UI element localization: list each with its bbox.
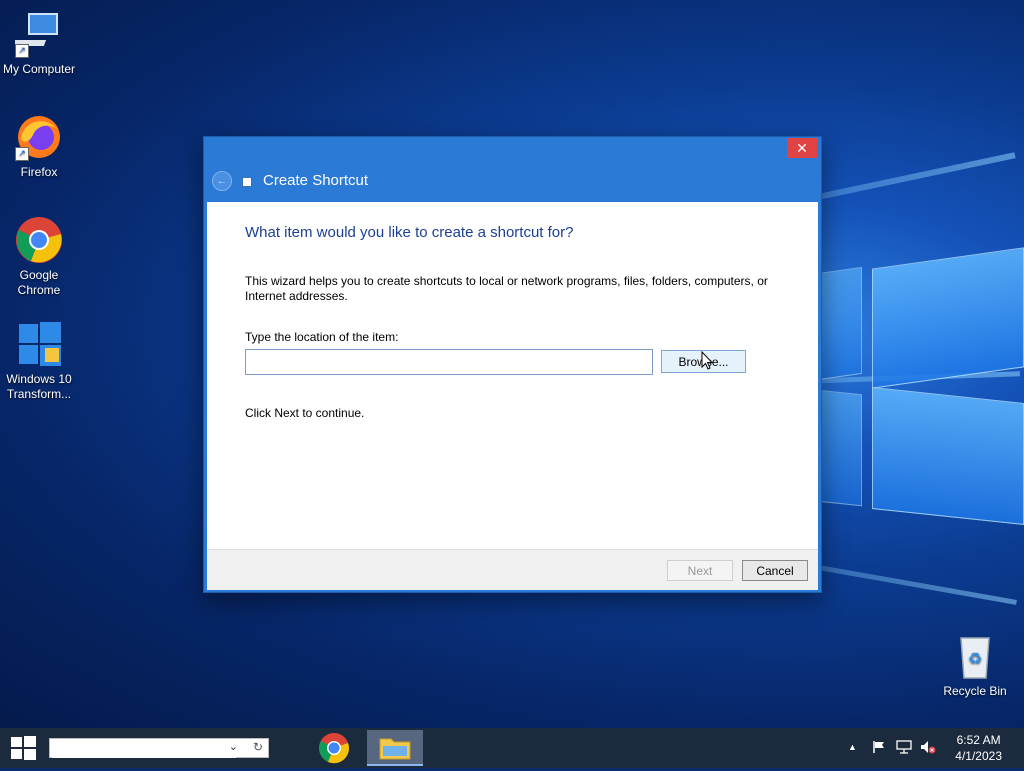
clock-time: 6:52 AM xyxy=(956,733,1001,747)
close-button[interactable]: ✕ xyxy=(787,138,817,158)
logo-pane xyxy=(872,387,1024,525)
taskbar: ⌄ ↻ ▲ 6:52 AM 4/1/2023 xyxy=(0,728,1024,768)
start-button[interactable] xyxy=(0,728,46,768)
desktop-icon-recycle-bin[interactable]: ♻ Recycle Bin xyxy=(935,632,1015,699)
shortcut-arrow-icon: ↗ xyxy=(15,44,29,58)
taskbar-search-box[interactable]: ⌄ ↻ xyxy=(49,738,269,758)
svg-text:♻: ♻ xyxy=(968,649,982,668)
desktop-icon-label: Firefox xyxy=(20,165,58,179)
desktop-icon-label: Windows 10 Transform... xyxy=(6,372,72,401)
refresh-icon[interactable]: ↻ xyxy=(253,740,263,754)
cancel-button[interactable]: Cancel xyxy=(742,560,808,581)
clock[interactable]: 6:52 AM 4/1/2023 xyxy=(955,732,1002,764)
windows-start-icon xyxy=(11,736,36,760)
shortcut-wizard-icon xyxy=(242,177,252,187)
taskbar-app-file-explorer[interactable] xyxy=(367,730,423,766)
search-input[interactable] xyxy=(52,740,236,758)
chevron-down-icon[interactable]: ⌄ xyxy=(229,740,238,753)
folder-icon xyxy=(379,738,411,760)
volume-muted-icon[interactable] xyxy=(920,740,936,757)
chrome-icon xyxy=(319,733,349,764)
flag-icon[interactable] xyxy=(872,740,886,757)
logo-pane xyxy=(818,266,862,381)
dialog-title: Create Shortcut xyxy=(263,172,369,189)
desktop-icon-my-computer[interactable]: ↗ My Computer xyxy=(0,10,79,77)
continue-hint: Click Next to continue. xyxy=(245,406,365,420)
system-tray: ▲ 6:52 AM 4/1/2023 xyxy=(824,728,1024,768)
back-button[interactable]: ← xyxy=(212,171,232,191)
computer-icon: ↗ xyxy=(11,10,63,58)
location-input[interactable] xyxy=(245,349,653,375)
chrome-icon xyxy=(15,216,63,264)
desktop-icon-label: Recycle Bin xyxy=(943,684,1007,698)
dialog-body: What item would you like to create a sho… xyxy=(207,202,818,549)
clock-date: 4/1/2023 xyxy=(955,749,1002,763)
desktop-icon-firefox[interactable]: ↗ Firefox xyxy=(0,113,79,180)
next-button[interactable]: Next xyxy=(667,560,733,581)
logo-pane xyxy=(872,247,1024,389)
desktop-icon-google-chrome[interactable]: Google Chrome xyxy=(0,216,79,298)
wizard-description: This wizard helps you to create shortcut… xyxy=(245,274,768,303)
desktop-icon-windows-10-transform[interactable]: Windows 10 Transform... xyxy=(0,320,79,402)
desktop-icon-label: My Computer xyxy=(2,62,76,76)
back-arrow-icon: ← xyxy=(216,175,228,187)
dialog-header: ← Create Shortcut xyxy=(204,159,821,201)
desktop-icon-label: Google Chrome xyxy=(17,268,61,297)
windows-logo-icon xyxy=(15,320,63,368)
show-hidden-icons-icon[interactable]: ▲ xyxy=(848,742,857,752)
firefox-icon: ↗ xyxy=(15,113,63,161)
page-heading: What item would you like to create a sho… xyxy=(245,224,574,241)
dialog-footer: Next Cancel xyxy=(207,549,818,590)
create-shortcut-dialog: ✕ ← Create Shortcut What item would you … xyxy=(203,136,822,593)
shortcut-arrow-icon: ↗ xyxy=(15,147,29,161)
recycle-bin-icon: ♻ xyxy=(951,632,999,680)
location-label: Type the location of the item: xyxy=(245,330,399,344)
logo-pane xyxy=(818,389,862,507)
close-icon: ✕ xyxy=(796,140,808,156)
network-icon[interactable] xyxy=(896,740,912,757)
taskbar-app-chrome[interactable] xyxy=(306,730,362,766)
